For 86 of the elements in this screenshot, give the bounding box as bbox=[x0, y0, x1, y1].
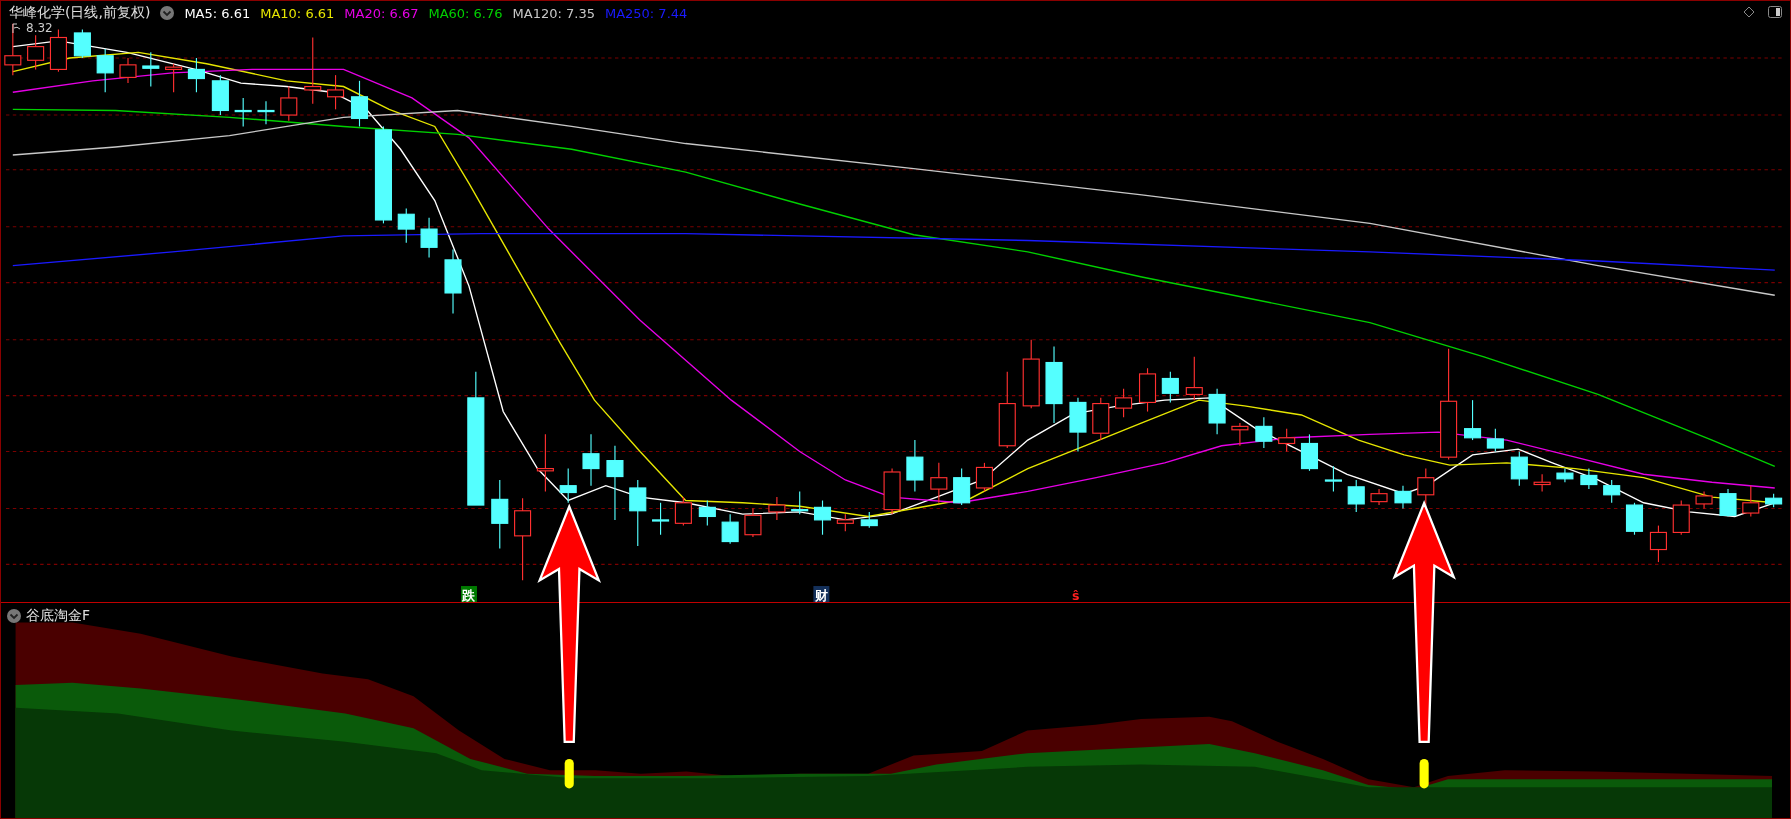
candlestick bbox=[1625, 502, 1644, 536]
candlestick bbox=[1022, 339, 1040, 409]
event-marker[interactable]: ŝ bbox=[1071, 587, 1080, 603]
candlestick bbox=[930, 462, 948, 504]
candlestick bbox=[1649, 525, 1667, 563]
indicator-title: 谷底淘金F bbox=[26, 607, 91, 625]
event-marker[interactable]: 跌 bbox=[461, 586, 477, 603]
candlestick bbox=[1394, 485, 1412, 510]
candlestick bbox=[1464, 399, 1482, 441]
candlestick bbox=[1092, 397, 1110, 441]
ma-legend-value: MA250: 7.44 bbox=[604, 5, 688, 21]
candlestick bbox=[397, 208, 415, 244]
candlestick bbox=[304, 36, 322, 105]
stock-title: 华峰化学(日线,前复权) bbox=[9, 4, 151, 22]
candlestick bbox=[813, 499, 832, 536]
candlestick bbox=[187, 57, 205, 93]
candlestick bbox=[975, 462, 993, 492]
candlestick bbox=[1161, 371, 1179, 403]
ma-legend-value: MA120: 7.35 bbox=[512, 5, 595, 21]
candlestick bbox=[1603, 479, 1621, 504]
candlestick bbox=[1486, 428, 1504, 453]
candlestick bbox=[1695, 490, 1713, 510]
candlestick bbox=[420, 217, 438, 259]
candlestick bbox=[1208, 388, 1226, 435]
high-marker-icon bbox=[11, 23, 23, 33]
candlestick bbox=[629, 479, 647, 547]
candlestick bbox=[652, 502, 670, 536]
candlestick bbox=[836, 513, 854, 532]
candlestick bbox=[142, 51, 160, 88]
candlestick bbox=[491, 479, 509, 549]
candlestick bbox=[1347, 479, 1365, 513]
candlestick bbox=[768, 496, 786, 521]
candlestick bbox=[96, 48, 114, 93]
ma-legend-value: MA10: 6.61 bbox=[260, 5, 335, 21]
signal-marker bbox=[1419, 758, 1429, 789]
candlestick bbox=[1580, 468, 1598, 490]
ma-legend-value: MA60: 6.76 bbox=[428, 5, 503, 21]
candlestick bbox=[444, 249, 462, 315]
candlestick bbox=[1139, 367, 1157, 413]
candlestick bbox=[1324, 465, 1342, 492]
candlestick bbox=[1255, 416, 1273, 449]
collapse-icon[interactable] bbox=[7, 609, 21, 623]
candlestick bbox=[883, 468, 901, 515]
candlestick bbox=[1370, 488, 1388, 506]
candlestick bbox=[165, 63, 183, 93]
candlestick bbox=[73, 28, 91, 59]
candlestick bbox=[1533, 473, 1551, 492]
candlestick bbox=[582, 433, 600, 487]
candlestick bbox=[1765, 493, 1783, 508]
candlestick bbox=[791, 490, 809, 515]
candlestick bbox=[327, 74, 345, 110]
candlestick bbox=[860, 511, 878, 529]
candlestick bbox=[350, 80, 369, 127]
candlestick bbox=[1300, 433, 1318, 472]
ma-legend-value: MA20: 6.67 bbox=[344, 5, 419, 21]
candlestick bbox=[1115, 388, 1133, 418]
diamond-icon[interactable] bbox=[1742, 6, 1756, 18]
candlestick bbox=[1672, 499, 1690, 536]
panel-toggle-icon[interactable] bbox=[1768, 6, 1782, 18]
candlestick bbox=[559, 468, 577, 504]
ma-legend-value: MA5: 6.61 bbox=[184, 5, 251, 21]
candlestick bbox=[906, 439, 924, 492]
candlestick bbox=[1510, 450, 1528, 487]
candlestick bbox=[257, 100, 275, 125]
event-marker[interactable]: 财 bbox=[813, 586, 830, 603]
candlestick bbox=[1719, 488, 1737, 518]
candlestick bbox=[953, 468, 971, 506]
candlestick bbox=[1556, 468, 1574, 483]
candlestick bbox=[674, 496, 692, 527]
signal-marker bbox=[564, 758, 574, 789]
candlestick bbox=[119, 57, 137, 84]
candlestick bbox=[1069, 397, 1087, 453]
candlestick bbox=[721, 513, 739, 545]
collapse-icon[interactable] bbox=[160, 6, 175, 20]
candlestick bbox=[234, 97, 252, 127]
candlestick bbox=[1742, 485, 1760, 518]
candlestick bbox=[27, 34, 45, 70]
candlestick bbox=[536, 433, 554, 492]
candlestick bbox=[698, 499, 716, 527]
candlestick bbox=[1231, 422, 1249, 447]
candlestick bbox=[211, 74, 229, 116]
candlestick bbox=[280, 85, 298, 122]
high-price-label: 8.32 bbox=[26, 21, 53, 35]
candlestick bbox=[744, 507, 762, 538]
candlestick bbox=[1185, 356, 1203, 401]
candlestick bbox=[1278, 428, 1296, 453]
